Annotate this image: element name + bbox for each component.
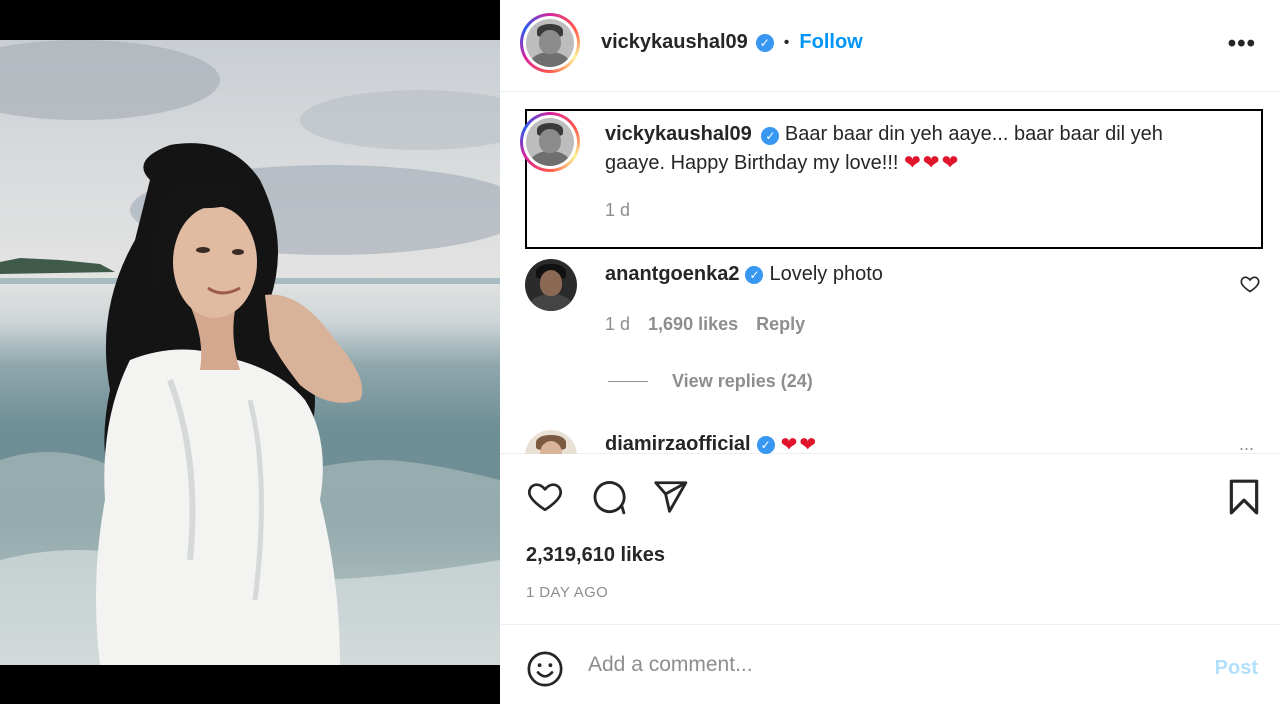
comment-more-icon[interactable]: ... [1239, 434, 1254, 454]
caption-timestamp[interactable]: 1 d [605, 200, 630, 221]
comment-username[interactable]: diamirzaofficial [605, 433, 751, 454]
commenter-avatar[interactable] [525, 430, 577, 454]
comment-item-clipped: diamirzaofficial ✓ ❤❤ ... [500, 420, 1280, 454]
author-avatar[interactable] [520, 13, 580, 73]
caption-text-block: vickykaushal09 ✓ Baar baar din yeh aaye.… [605, 120, 1225, 178]
caption-username[interactable]: vickykaushal09 [605, 123, 752, 145]
reply-button[interactable]: Reply [756, 314, 805, 335]
post-actions: 2,319,610 likes 1 DAY AGO [500, 455, 1280, 625]
comment-meta: 1 d 1,690 likes Reply [605, 314, 805, 335]
post-header: vickykaushal09 ✓ • Follow ••• [500, 0, 1280, 92]
post-button[interactable]: Post [1215, 657, 1258, 680]
verified-icon: ✓ [756, 435, 775, 454]
post-photo[interactable] [0, 40, 500, 665]
comment-input[interactable] [588, 648, 1168, 682]
heart-emoji-icon: ❤❤❤ [904, 152, 961, 174]
post-timestamp[interactable]: 1 DAY AGO [526, 584, 608, 601]
comment-username[interactable]: anantgoenka2 [605, 263, 739, 286]
share-icon[interactable] [651, 478, 689, 521]
verified-icon: ✓ [761, 127, 780, 145]
author-info: vickykaushal09 ✓ • Follow [601, 31, 863, 54]
heart-emoji-icon: ❤❤ [780, 434, 819, 454]
comment-likes[interactable]: 1,690 likes [648, 314, 738, 335]
likes-count[interactable]: 2,319,610 likes [526, 544, 665, 567]
replies-divider [608, 381, 648, 382]
commenter-avatar[interactable] [525, 259, 577, 311]
separator-dot: • [783, 33, 790, 51]
verified-icon: ✓ [745, 265, 764, 284]
comment-item: anantgoenka2 ✓ Lovely photo [605, 263, 883, 286]
comment-icon[interactable] [589, 478, 627, 521]
view-replies-label: View replies (24) [672, 371, 813, 391]
emoji-icon[interactable] [526, 650, 564, 693]
heart-icon[interactable] [526, 479, 564, 520]
comment-like-heart-icon[interactable] [1240, 274, 1260, 299]
add-comment-bar: Post [500, 626, 1280, 704]
follow-button[interactable]: Follow [799, 31, 862, 54]
verified-icon: ✓ [755, 33, 774, 52]
comment-text: Lovely photo [769, 263, 883, 285]
view-replies-button[interactable]: View replies (24) [608, 371, 813, 392]
author-username[interactable]: vickykaushal09 [601, 31, 748, 54]
comment-timestamp[interactable]: 1 d [605, 314, 630, 335]
post-panel: vickykaushal09 ✓ • Follow ••• vickykaush… [500, 0, 1280, 704]
media-area [0, 0, 500, 704]
photo-illustration [0, 40, 500, 665]
caption-avatar[interactable] [520, 112, 580, 172]
more-icon[interactable]: ••• [1228, 30, 1256, 58]
comment-text-row: diamirzaofficial ✓ ❤❤ [605, 432, 818, 454]
bookmark-icon[interactable] [1228, 478, 1260, 521]
